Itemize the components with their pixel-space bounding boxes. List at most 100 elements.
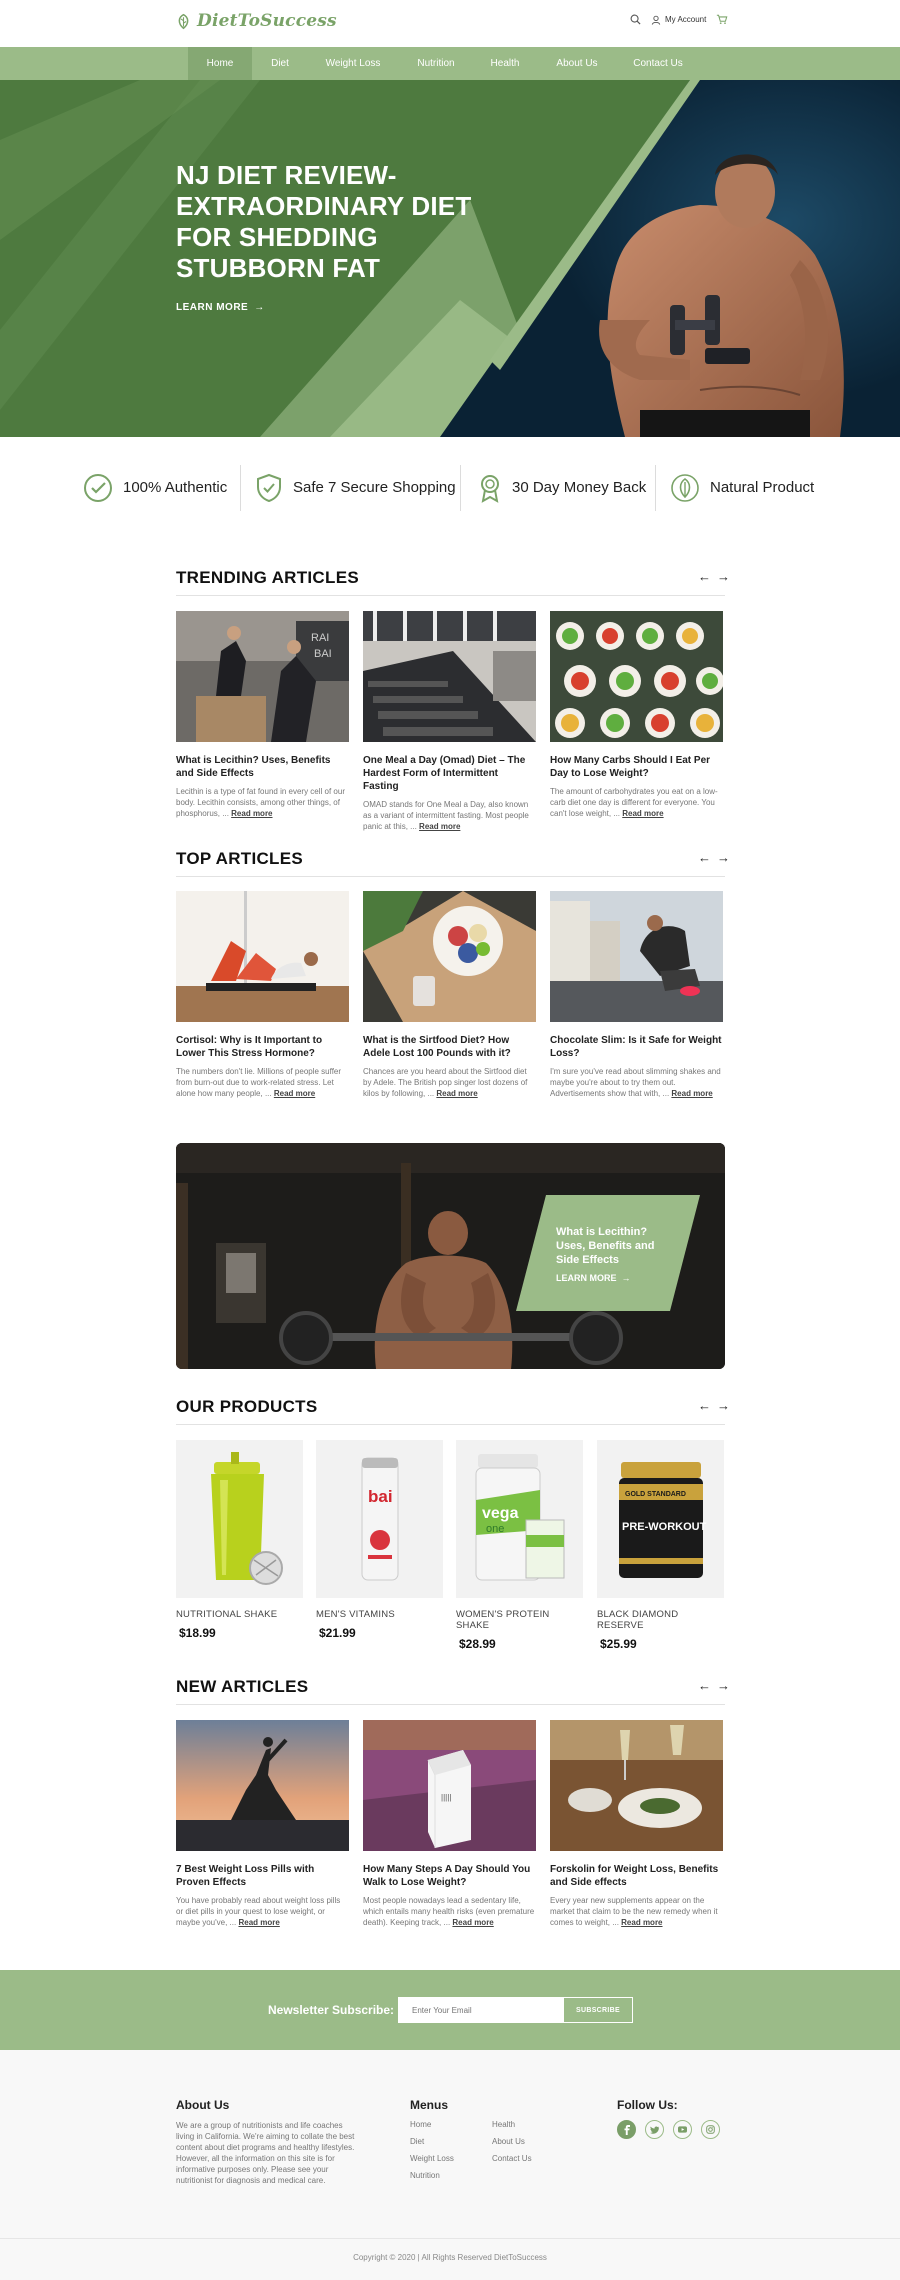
subscribe-button[interactable]: SUBSCRIBE	[563, 1997, 633, 2023]
read-more-link[interactable]: Read more	[274, 1089, 315, 1098]
main-nav: Home Diet Weight Loss Nutrition Health A…	[0, 47, 900, 80]
footer-about-text: We are a group of nutritionists and life…	[176, 2121, 355, 2185]
footer-about-title: About Us	[176, 2098, 230, 2112]
article-title[interactable]: 7 Best Weight Loss Pills with Proven Eff…	[176, 1863, 349, 1889]
promo-title: What is Lecithin? Uses, Benefits and Sid…	[556, 1226, 655, 1266]
article-image	[550, 611, 723, 742]
article-card[interactable]: How Many Carbs Should I Eat Per Day to L…	[550, 611, 723, 819]
article-excerpt: You have probably read about weight loss…	[176, 1895, 349, 1928]
article-title[interactable]: Forskolin for Weight Loss, Benefits and …	[550, 1863, 723, 1889]
nav-weight-loss[interactable]: Weight Loss	[316, 47, 390, 80]
feature-strip: 100% Authentic Safe 7 Secure Shopping 30…	[0, 465, 900, 511]
promo-learn-more-button[interactable]: LEARN MORE →	[556, 1273, 631, 1283]
copyright: Copyright © 2020 | All Rights Reserved D…	[353, 2253, 547, 2262]
facebook-icon[interactable]	[617, 2120, 636, 2139]
footer-link-health[interactable]: Health	[492, 2120, 515, 2129]
nav-nutrition[interactable]: Nutrition	[406, 47, 466, 80]
footer-link-weight-loss[interactable]: Weight Loss	[410, 2154, 454, 2163]
nav-diet[interactable]: Diet	[258, 47, 302, 80]
cart-icon[interactable]	[716, 14, 728, 25]
footer-menus-title: Menus	[410, 2098, 449, 2112]
svg-text:RAI: RAI	[311, 632, 329, 644]
product-card[interactable]: GOLD STANDARD PRE-WORKOUT BLACK DIAMOND R…	[597, 1440, 724, 1651]
product-card[interactable]: vega one WOMEN'S PROTEIN SHAKE $28.99	[456, 1440, 583, 1651]
read-more-link[interactable]: Read more	[452, 1918, 493, 1927]
jar-name-text: PRE-WORKOUT	[622, 1521, 707, 1533]
article-card[interactable]: What is the Sirtfood Diet? How Adele Los…	[363, 891, 536, 1099]
product-card[interactable]: bai MEN'S VITAMINS $21.99	[316, 1440, 443, 1640]
footer-link-about-us[interactable]: About Us	[492, 2137, 525, 2146]
nav-health[interactable]: Health	[479, 47, 531, 80]
product-card[interactable]: NUTRITIONAL SHAKE $18.99	[176, 1440, 303, 1640]
arrow-right-icon[interactable]: →	[717, 569, 730, 584]
footer-link-home[interactable]: Home	[410, 2120, 431, 2129]
nav-contact-us[interactable]: Contact Us	[628, 47, 688, 80]
article-title[interactable]: What is the Sirtfood Diet? How Adele Los…	[363, 1034, 536, 1060]
site-logo[interactable]: DietToSuccess	[175, 11, 337, 31]
products-title: OUR PRODUCTS	[176, 1397, 318, 1416]
read-more-link[interactable]: Read more	[238, 1918, 279, 1927]
youtube-icon[interactable]	[673, 2120, 692, 2139]
arrow-left-icon[interactable]: ←	[698, 569, 711, 584]
product-price: $18.99	[179, 1626, 216, 1640]
footer: About Us We are a group of nutritionists…	[0, 2050, 900, 2280]
read-more-link[interactable]: Read more	[621, 1918, 662, 1927]
read-more-link[interactable]: Read more	[436, 1089, 477, 1098]
arrow-left-icon[interactable]: ←	[698, 1678, 711, 1693]
twitter-icon[interactable]	[645, 2120, 664, 2139]
arrow-right-icon[interactable]: →	[717, 1398, 730, 1413]
article-card[interactable]: RAI BAI What is Lecithin? Uses, Benefits …	[176, 611, 349, 819]
footer-link-diet[interactable]: Diet	[410, 2137, 424, 2146]
can-brand-text: bai	[368, 1487, 393, 1506]
newsletter-email-input[interactable]	[398, 1997, 563, 2023]
footer-follow-title: Follow Us:	[617, 2098, 678, 2112]
product-image	[176, 1440, 303, 1598]
trending-title: TRENDING ARTICLES	[176, 568, 359, 587]
header: DietToSuccess My Account	[0, 0, 900, 47]
article-excerpt: Lecithin is a type of fat found in every…	[176, 786, 349, 819]
arrow-left-icon[interactable]: ←	[698, 850, 711, 865]
top-articles-arrows: ← →	[698, 850, 730, 865]
nav-home[interactable]: Home	[188, 47, 252, 80]
excerpt-text: The numbers don't lie. Millions of peopl…	[176, 1067, 342, 1098]
article-card[interactable]: Chocolate Slim: Is it Safe for Weight Lo…	[550, 891, 723, 1099]
read-more-link[interactable]: Read more	[671, 1089, 712, 1098]
article-card[interactable]: 7 Best Weight Loss Pills with Proven Eff…	[176, 1720, 349, 1928]
footer-link-nutrition[interactable]: Nutrition	[410, 2171, 440, 2180]
new-articles-arrows: ← →	[698, 1678, 730, 1693]
article-excerpt: The amount of carbohydrates you eat on a…	[550, 786, 723, 819]
article-title[interactable]: How Many Carbs Should I Eat Per Day to L…	[550, 754, 723, 780]
footer-link-contact-us[interactable]: Contact Us	[492, 2154, 532, 2163]
newsletter-label: Newsletter Subscribe:	[268, 2003, 395, 2017]
hero-learn-more-button[interactable]: LEARN MORE →	[176, 302, 265, 313]
search-icon[interactable]	[630, 14, 641, 25]
article-excerpt: I'm sure you've read about slimming shak…	[550, 1066, 723, 1099]
article-card[interactable]: Cortisol: Why is It Important to Lower T…	[176, 891, 349, 1099]
article-title[interactable]: Chocolate Slim: Is it Safe for Weight Lo…	[550, 1034, 723, 1060]
read-more-link[interactable]: Read more	[419, 822, 460, 831]
arrow-left-icon[interactable]: ←	[698, 1398, 711, 1413]
article-title[interactable]: How Many Steps A Day Should You Walk to …	[363, 1863, 536, 1889]
nav-about-us[interactable]: About Us	[545, 47, 609, 80]
article-card[interactable]: Forskolin for Weight Loss, Benefits and …	[550, 1720, 723, 1928]
article-card[interactable]: ||||| How Many Steps A Day Should You Wa…	[363, 1720, 536, 1928]
article-image: |||||	[363, 1720, 536, 1851]
article-title[interactable]: What is Lecithin? Uses, Benefits and Sid…	[176, 754, 349, 780]
tub-brand-text: vega	[482, 1505, 519, 1522]
read-more-link[interactable]: Read more	[231, 809, 272, 818]
my-account-link[interactable]: My Account	[651, 15, 706, 25]
award-badge-icon	[481, 474, 499, 503]
article-card[interactable]: One Meal a Day (Omad) Diet – The Hardest…	[363, 611, 536, 832]
read-more-link[interactable]: Read more	[622, 809, 663, 818]
arrow-right-icon[interactable]: →	[717, 1678, 730, 1693]
product-price: $28.99	[459, 1637, 496, 1651]
product-name: WOMEN'S PROTEIN SHAKE	[456, 1609, 550, 1631]
article-title[interactable]: Cortisol: Why is It Important to Lower T…	[176, 1034, 349, 1060]
feature-label: 30 Day Money Back	[512, 479, 647, 496]
article-excerpt: The numbers don't lie. Millions of peopl…	[176, 1066, 349, 1099]
promo-banner[interactable]: What is Lecithin? Uses, Benefits and Sid…	[176, 1143, 725, 1369]
article-title[interactable]: One Meal a Day (Omad) Diet – The Hardest…	[363, 754, 536, 793]
arrow-right-icon[interactable]: →	[717, 850, 730, 865]
instagram-icon[interactable]	[701, 2120, 720, 2139]
product-image: GOLD STANDARD PRE-WORKOUT	[597, 1440, 724, 1598]
